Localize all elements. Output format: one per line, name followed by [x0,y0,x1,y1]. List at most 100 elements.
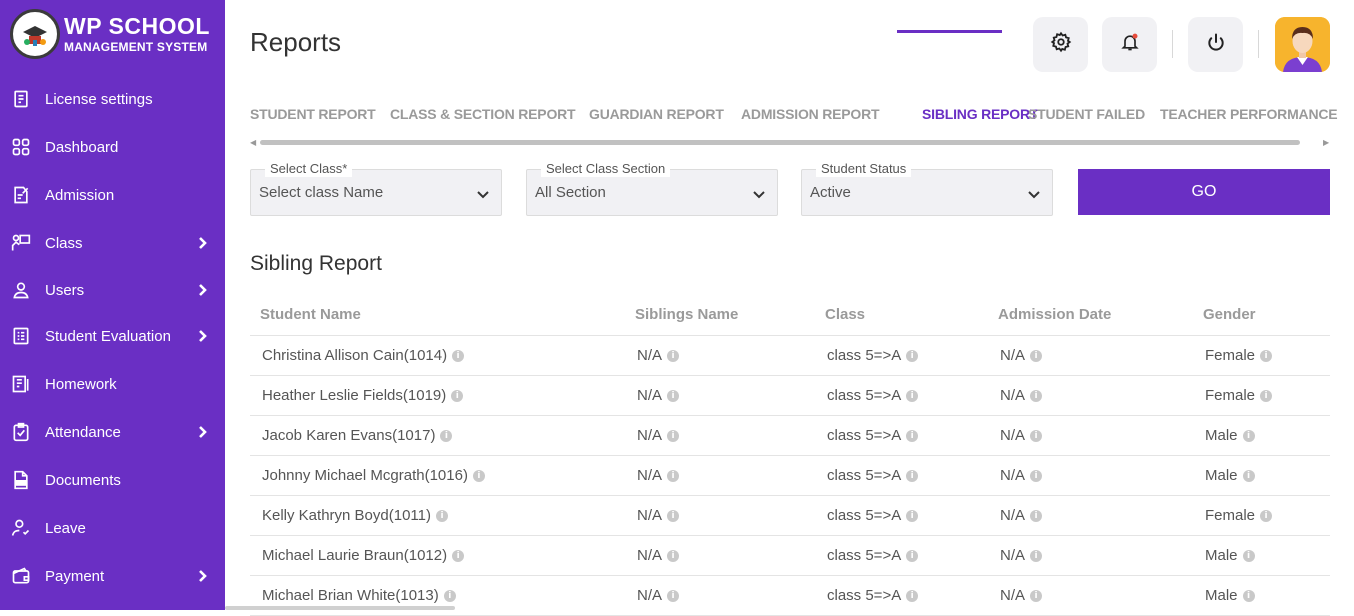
cell-text: N/A [637,347,663,364]
info-icon[interactable]: i [906,509,919,522]
notifications-button[interactable] [1102,17,1157,72]
info-icon[interactable]: i [667,509,680,522]
sidebar-item-dashboard[interactable]: Dashboard [0,127,225,167]
info-icon[interactable]: i [1030,469,1043,482]
info-icon[interactable]: i [1242,589,1255,602]
info-icon[interactable]: i [1030,389,1043,402]
section-select-value: All Section [535,184,606,201]
info-icon[interactable]: i [906,589,919,602]
cell-text: class 5=>A [827,507,902,524]
info-icon[interactable]: i [906,389,919,402]
toolbar-divider [1258,30,1259,58]
sidebar-item-payment[interactable]: Payment [0,556,225,596]
sidebar-item-users[interactable]: Users [0,270,225,310]
tab-teacher-performance[interactable]: TEACHER PERFORMANCE [1160,106,1338,122]
sidebar-item-attendance[interactable]: Attendance [0,412,225,452]
info-icon[interactable]: i [1030,589,1043,602]
cell-text: class 5=>A [827,387,902,404]
info-icon[interactable]: i [1242,549,1255,562]
attendance-clipboard-icon [10,421,32,443]
info-icon[interactable]: i [906,469,919,482]
info-icon[interactable]: i [451,389,464,402]
tab-student-report[interactable]: STUDENT REPORT [250,106,376,122]
go-button[interactable]: GO [1078,169,1330,215]
info-icon[interactable]: i [452,549,465,562]
cell-text: Heather Leslie Fields(1019) [262,387,447,404]
status-select[interactable]: Student Status Active [801,161,1053,216]
cell-text: Male [1205,587,1238,604]
logout-button[interactable] [1188,17,1243,72]
info-icon[interactable]: i [1030,429,1043,442]
info-icon[interactable]: i [667,389,680,402]
table-cell: N/A i [1000,427,1043,444]
cell-text: N/A [637,507,663,524]
sidebar-item-student-evaluation[interactable]: Student Evaluation [0,316,225,356]
chevron-right-icon[interactable] [196,425,210,439]
status-select-label: Student Status [816,161,912,177]
sidebar: WP SCHOOL MANAGEMENT SYSTEM License sett… [0,0,225,610]
info-icon[interactable]: i [472,469,485,482]
tab-guardian-report[interactable]: GUARDIAN REPORT [589,106,724,122]
class-select[interactable]: Select Class* Select class Name [250,161,502,216]
info-icon[interactable]: i [906,549,919,562]
tab-student-failed[interactable]: STUDENT FAILED [1028,106,1145,122]
settings-button[interactable] [1033,17,1088,72]
power-icon [1206,32,1226,57]
table-row: Michael Brian White(1013) i N/A i class 5=>A… [250,576,1330,616]
sidebar-item-leave[interactable]: Leave [0,508,225,548]
column-header[interactable]: Student Name [260,306,361,323]
page-title: Reports [250,27,342,57]
info-icon[interactable]: i [667,349,680,362]
section-select[interactable]: Select Class Section All Section [526,161,778,216]
tab-class-section-report[interactable]: CLASS & SECTION REPORT [390,106,576,122]
chevron-right-icon[interactable] [196,236,210,250]
info-icon[interactable]: i [440,429,453,442]
column-header[interactable]: Siblings Name [635,306,738,323]
column-header[interactable]: Gender [1203,306,1256,323]
sidebar-item-license-settings[interactable]: License settings [0,79,225,119]
info-icon[interactable]: i [1030,349,1043,362]
page-scrollbar[interactable] [225,606,455,610]
info-icon[interactable]: i [1260,389,1273,402]
info-icon[interactable]: i [906,349,919,362]
info-icon[interactable]: i [906,429,919,442]
tab-sibling-report[interactable]: SIBLING REPORT [922,106,1038,122]
info-icon[interactable]: i [452,349,465,362]
info-icon[interactable]: i [667,549,680,562]
sidebar-item-class[interactable]: Class [0,223,225,263]
brand-logo[interactable]: WP SCHOOL MANAGEMENT SYSTEM [10,9,210,59]
info-icon[interactable]: i [1242,469,1255,482]
info-icon[interactable]: i [435,509,448,522]
table-cell: N/A i [1000,347,1043,364]
info-icon[interactable]: i [443,589,456,602]
sidebar-item-documents[interactable]: Documents [0,460,225,500]
info-icon[interactable]: i [667,589,680,602]
info-icon[interactable]: i [1030,509,1043,522]
scroll-left-icon[interactable]: ◀ [250,138,256,148]
table-cell: N/A i [637,467,680,484]
user-avatar[interactable] [1275,17,1330,72]
info-icon[interactable]: i [667,469,680,482]
chevron-right-icon[interactable] [196,329,210,343]
sidebar-item-homework[interactable]: Homework [0,364,225,404]
cell-text: Female [1205,347,1256,364]
scrollbar-thumb[interactable] [260,140,1300,145]
info-icon[interactable]: i [1260,509,1273,522]
table-cell: Male i [1205,467,1255,484]
info-icon[interactable]: i [1030,549,1043,562]
tabs-scrollbar[interactable]: ◀ ▶ [250,138,1332,148]
tab-admission-report[interactable]: ADMISSION REPORT [741,106,880,122]
info-icon[interactable]: i [1242,429,1255,442]
column-header[interactable]: Class [825,306,865,323]
scroll-right-icon[interactable]: ▶ [1323,138,1329,148]
sidebar-item-label: Documents [45,471,121,489]
column-header[interactable]: Admission Date [998,306,1111,323]
info-icon[interactable]: i [667,429,680,442]
table-cell: N/A i [637,387,680,404]
brand-subtitle: MANAGEMENT SYSTEM [64,40,208,54]
chevron-right-icon[interactable] [196,283,210,297]
info-icon[interactable]: i [1260,349,1273,362]
sidebar-item-admission[interactable]: Admission [0,175,225,215]
cell-text: Christina Allison Cain(1014) [262,347,448,364]
chevron-right-icon[interactable] [196,569,210,583]
